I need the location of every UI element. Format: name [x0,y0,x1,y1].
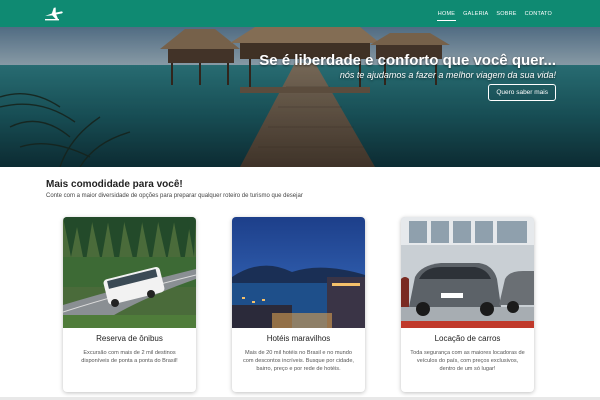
card-title: Reserva de ônibus [96,334,163,343]
hero-subtitle: nós te ajudamos a fazer a melhor viagem … [339,70,556,80]
card-title: Locação de carros [434,334,501,343]
bus-image [63,217,196,328]
card-bus-booking[interactable]: Reserva de ônibus Excursão com mais de 2… [63,217,196,392]
cars-image [401,217,534,328]
hero-title: Se é liberdade e conforto que você quer.… [259,52,556,69]
nav-home[interactable]: HOME [434,0,459,27]
card-text: Toda segurança com as maiores locadoras … [410,350,525,372]
navbar: HOME GALERIA SOBRE CONTATO [0,0,600,27]
hotel-image [232,217,365,328]
learn-more-button[interactable]: Quero saber mais [488,84,556,101]
card-text: Mais de 20 mil hotéis no Brasil e no mun… [242,350,354,372]
card-hotels[interactable]: Hotéis maravilhos Mais de 20 mil hotéis … [232,217,365,392]
nav-sobre[interactable]: SOBRE [492,0,520,27]
main-nav: HOME GALERIA SOBRE CONTATO [434,0,556,27]
card-text: Excursão com mais de 2 mil destinos disp… [81,350,178,364]
airplane-icon[interactable] [44,6,68,22]
nav-contato[interactable]: CONTATO [521,0,556,27]
section-title: Mais comodidade para você! [46,179,183,190]
card-car-rental[interactable]: Locação de carros Toda segurança com as … [401,217,534,392]
hero-banner: Se é liberdade e conforto que você quer.… [0,27,600,167]
nav-galeria[interactable]: GALERIA [459,0,492,27]
section-subtitle: Conte com a maior diversidade de opções … [46,193,303,199]
card-title: Hotéis maravilhos [266,334,331,343]
